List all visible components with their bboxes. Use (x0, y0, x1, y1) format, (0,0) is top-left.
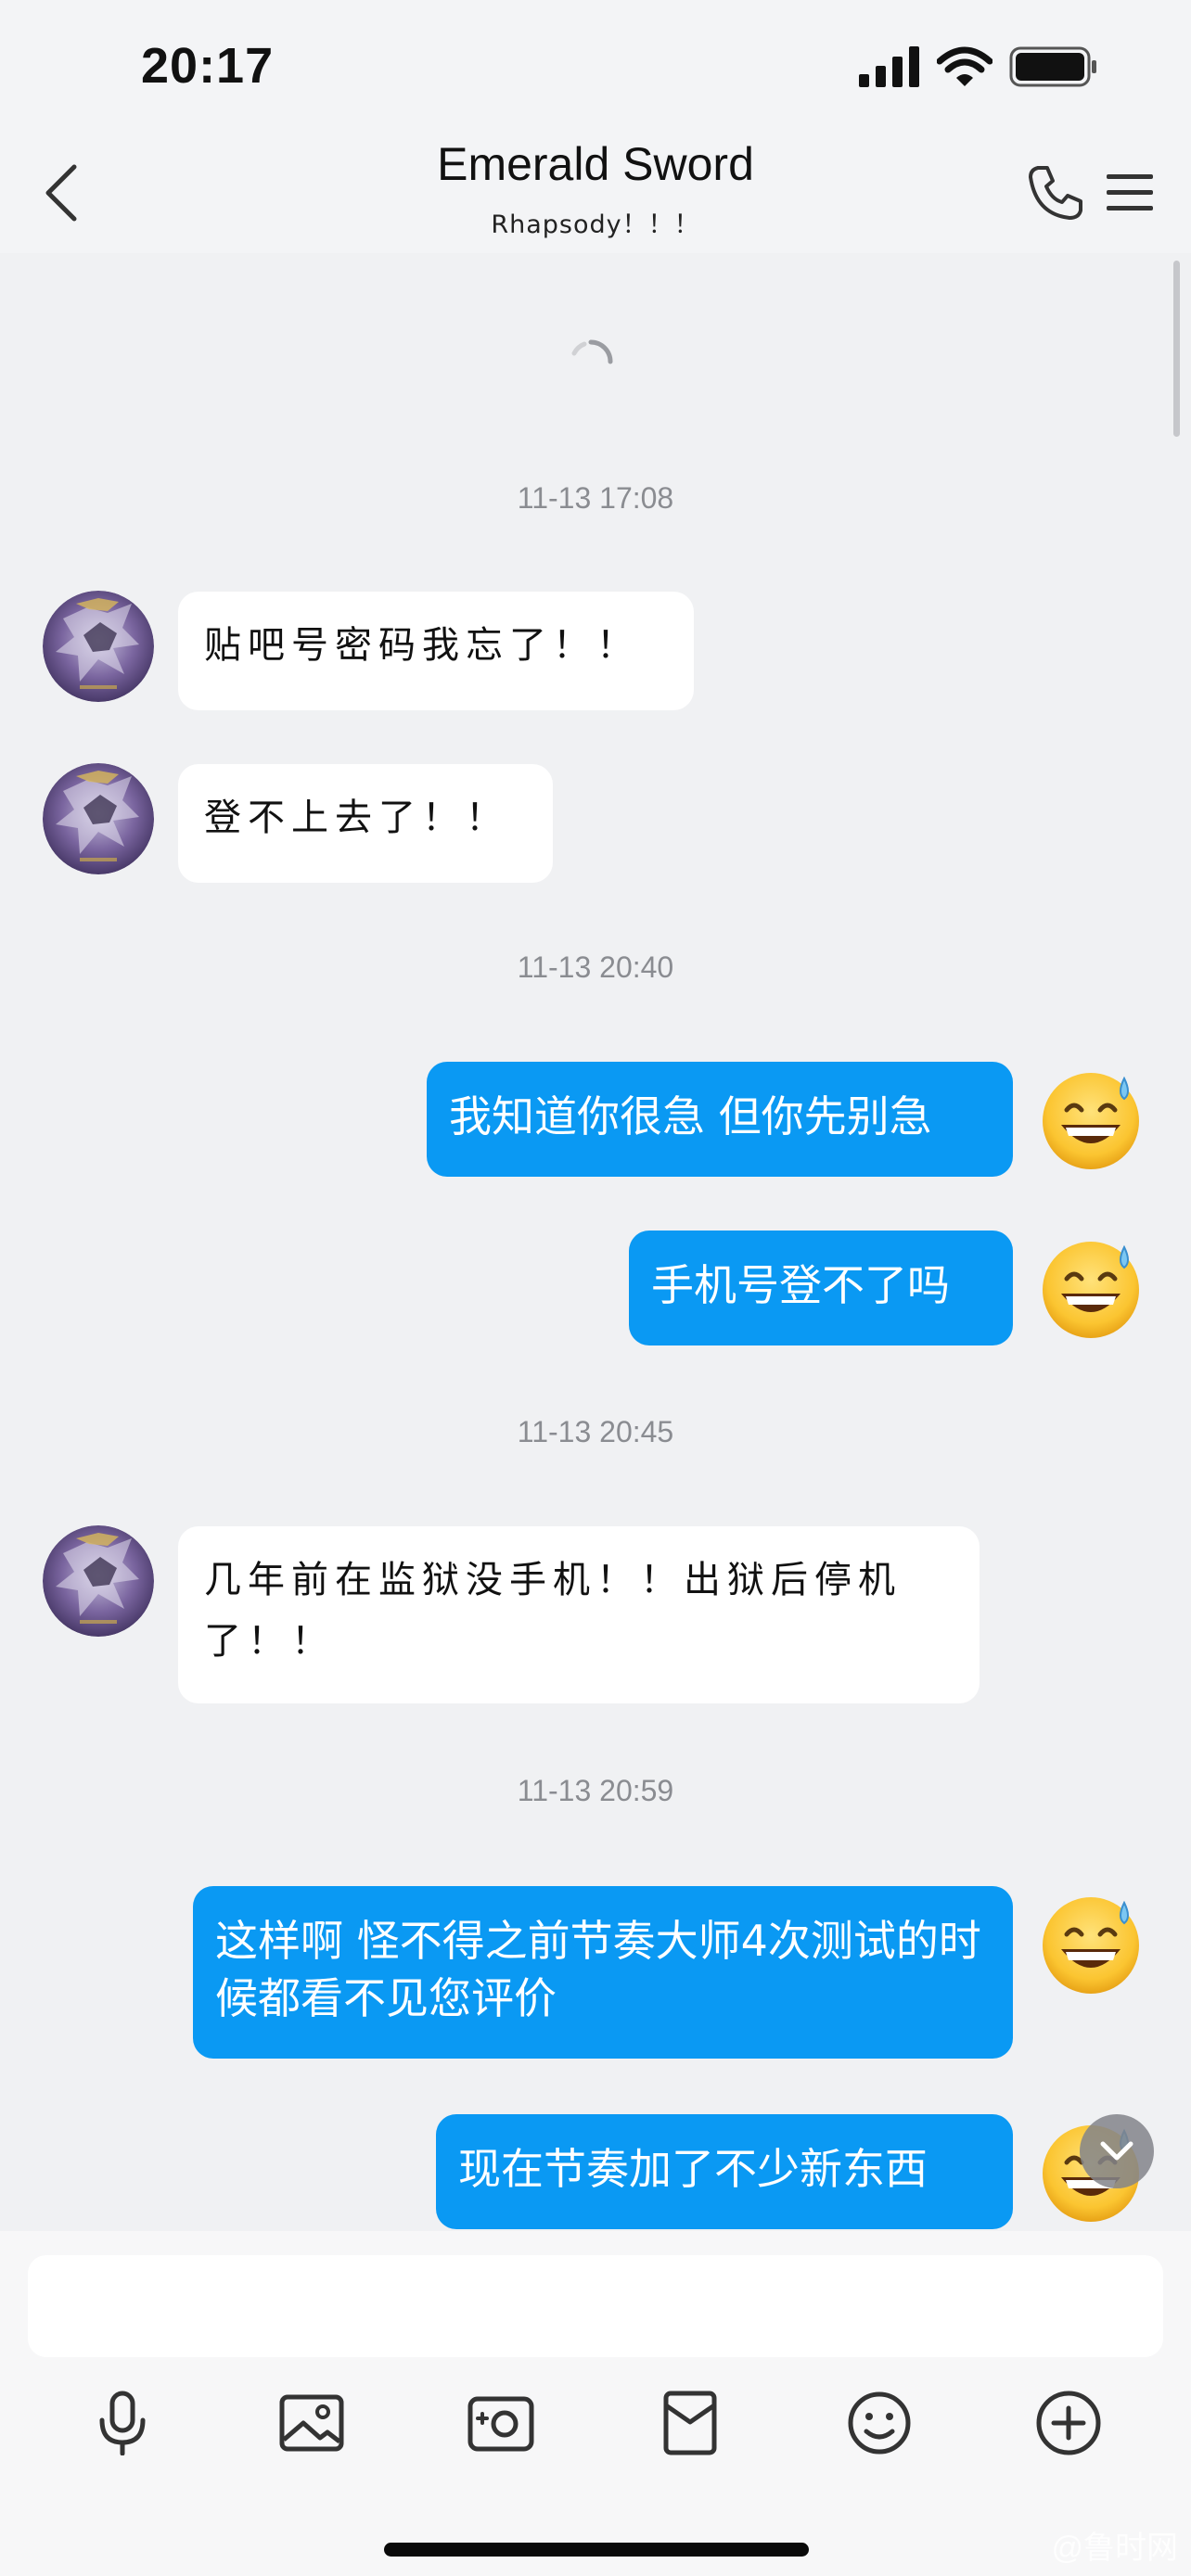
plus-circle-icon (1036, 2391, 1101, 2455)
outgoing-message-bubble[interactable]: 手机号登不了吗 (629, 1231, 1013, 1345)
message-timestamp: 11-13 20:40 (517, 950, 674, 984)
emoji-icon (848, 2391, 911, 2455)
sweat-smile-emoji-icon (1035, 1064, 1146, 1175)
incoming-message-bubble[interactable]: 贴吧号密码我忘了！！ (178, 592, 694, 710)
wifi-icon (937, 46, 992, 86)
message-list[interactable]: 11-13 17:08 贴吧号密码我忘了！！ 登不上去了！！ 11-13 20:… (0, 253, 1191, 2231)
chat-title[interactable]: Emerald Sword (0, 137, 1191, 191)
status-time: 20:17 (141, 38, 275, 94)
incoming-message-bubble[interactable]: 几年前在监狱没手机！！出狱后停机了！！ (178, 1526, 980, 1703)
message-timestamp: 11-13 20:59 (517, 1774, 674, 1807)
loading-spinner-icon (571, 339, 613, 364)
emoji-button[interactable] (828, 2372, 930, 2474)
menu-icon (1107, 174, 1153, 210)
outgoing-message-bubble[interactable]: 这样啊 怪不得之前节奏大师4次测试的时候都看不见您评价 (193, 1886, 1013, 2059)
camera-icon (467, 2396, 534, 2452)
input-bar (0, 2231, 1191, 2576)
scroll-to-bottom-button[interactable] (1080, 2114, 1154, 2188)
image-icon (279, 2394, 344, 2452)
status-bar: 20:17 (0, 0, 1191, 130)
contact-avatar[interactable] (43, 763, 154, 874)
chat-subtitle: Rhapsody！！！ (491, 210, 700, 239)
red-envelope-button[interactable] (639, 2372, 741, 2474)
incoming-message-bubble[interactable]: 登不上去了！！ (178, 764, 553, 883)
battery-icon (1009, 46, 1096, 87)
message-timestamp: 11-13 20:45 (517, 1415, 674, 1448)
outgoing-message-bubble[interactable]: 我知道你很急 但你先别急 (427, 1062, 1013, 1177)
chat-header: Emerald Sword Rhapsody！！！ (0, 130, 1191, 253)
sweat-smile-emoji-icon (1035, 1888, 1146, 1999)
outgoing-message-bubble[interactable]: 现在节奏加了不少新东西 (436, 2114, 1013, 2229)
menu-button[interactable] (1095, 158, 1165, 228)
chevron-down-icon (1100, 2141, 1133, 2161)
voice-button[interactable] (71, 2372, 173, 2474)
scrollbar[interactable] (1173, 261, 1180, 437)
red-envelope-icon (663, 2391, 717, 2455)
contact-avatar[interactable] (43, 591, 154, 702)
voice-call-button[interactable] (1020, 158, 1091, 228)
sweat-smile-emoji-icon (1035, 1232, 1146, 1344)
message-input[interactable] (28, 2255, 1163, 2357)
watermark: @鲁时网 (1051, 2531, 1178, 2566)
more-button[interactable] (1018, 2372, 1120, 2474)
status-icons (859, 46, 1098, 87)
contact-avatar[interactable] (43, 1525, 154, 1637)
phone-icon (1029, 166, 1082, 220)
image-button[interactable] (261, 2372, 363, 2474)
message-timestamp: 11-13 17:08 (517, 481, 674, 515)
microphone-icon (99, 2391, 146, 2455)
home-indicator (384, 2543, 809, 2557)
signal-icon (859, 46, 919, 87)
input-toolbar (0, 2372, 1191, 2474)
camera-button[interactable] (450, 2372, 552, 2474)
